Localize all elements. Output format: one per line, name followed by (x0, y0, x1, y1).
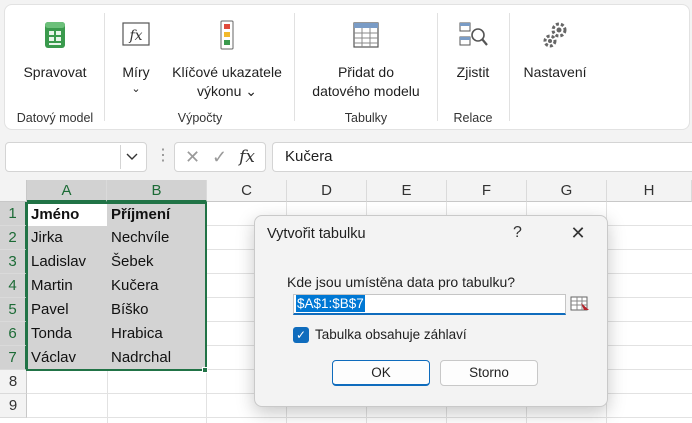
column-header[interactable]: F (447, 180, 527, 202)
kpi-icon (220, 20, 234, 50)
cell-B5[interactable]: Bíško (107, 298, 206, 322)
cell-A6[interactable]: Tonda (27, 322, 107, 346)
column-header[interactable]: B (107, 180, 207, 202)
row-header[interactable]: 2 (0, 226, 27, 250)
group-label-relationships: Relace (453, 111, 493, 125)
kpi-label-line2: výkonu ⌄ (197, 83, 257, 99)
column-header[interactable]: H (607, 180, 692, 202)
row-header[interactable]: 9 (0, 394, 27, 418)
row-header[interactable]: 7 (0, 346, 27, 370)
dialog-title: Vytvořit tabulku (267, 226, 366, 242)
group-label-data-model: Datový model (16, 111, 94, 125)
column-header[interactable]: D (287, 180, 367, 202)
group-separator (437, 13, 438, 121)
manage-label: Spravovat (23, 64, 87, 80)
manage-button[interactable]: Spravovat (15, 13, 95, 82)
row-header[interactable]: 6 (0, 322, 27, 346)
help-button[interactable]: ? (513, 224, 522, 242)
table-icon (353, 22, 379, 48)
range-prompt: Kde jsou umístěna data pro tabulku? (287, 274, 516, 290)
group-label-calculations: Výpočty (177, 111, 223, 125)
name-box-dropdown[interactable] (120, 145, 142, 169)
cell-B6[interactable]: Hrabica (107, 322, 206, 346)
measures-button[interactable]: fx Míry ⌄ (113, 13, 159, 96)
cell-A2[interactable]: Jirka (27, 226, 107, 250)
cell-B1[interactable]: Příjmení (107, 203, 206, 227)
create-table-dialog: Vytvořit tabulku ? ✕ Kde jsou umístěna d… (254, 215, 608, 407)
cell-B7[interactable]: Nadrchal (107, 346, 206, 370)
cell-A4[interactable]: Martin (27, 274, 107, 298)
cancel-icon[interactable]: ✕ (185, 147, 200, 168)
cancel-button[interactable]: Storno (440, 360, 538, 386)
range-value: $A$1:$B$7 (296, 295, 365, 312)
detect-label: Zjistit (456, 64, 490, 80)
settings-label: Nastavení (523, 64, 587, 80)
cell-A1[interactable]: Jméno (27, 203, 107, 227)
cell-A7[interactable]: Václav (27, 346, 107, 370)
gridline (27, 417, 692, 418)
cell-B2[interactable]: Nechvíle (107, 226, 206, 250)
row-header[interactable]: 8 (0, 370, 27, 394)
column-header[interactable]: E (367, 180, 447, 202)
cell-B4[interactable]: Kučera (107, 274, 206, 298)
row-header[interactable]: 3 (0, 250, 27, 274)
cell-A3[interactable]: Ladislav (27, 250, 107, 274)
collapse-dialog-icon[interactable] (569, 294, 591, 314)
gridline (206, 202, 207, 423)
group-separator (509, 13, 510, 121)
kpi-label: Klíčové ukazatele (172, 64, 282, 80)
row-header[interactable]: 1 (0, 202, 27, 226)
data-model-icon (45, 22, 65, 48)
vertical-dots-handle[interactable]: ⋮ (155, 146, 171, 166)
group-separator (294, 13, 295, 121)
group-separator (104, 13, 105, 121)
settings-button[interactable]: Nastavení (517, 13, 593, 82)
cell-B3[interactable]: Šebek (107, 250, 206, 274)
function-icon: fx (122, 22, 150, 46)
ribbon: Spravovat Datový model fx Míry ⌄ Klíčové… (4, 4, 690, 130)
detect-relationships-icon (459, 22, 488, 46)
group-label-tables: Tabulky (344, 111, 388, 125)
ok-button[interactable]: OK (332, 360, 430, 386)
detect-button[interactable]: Zjistit (445, 13, 501, 82)
add-to-data-model-label: Přidat do (337, 64, 395, 80)
range-input[interactable]: $A$1:$B$7 (293, 294, 566, 315)
chevron-down-icon (126, 153, 137, 160)
formula-input[interactable]: Kučera (272, 142, 692, 172)
insert-function-icon[interactable]: fx (239, 147, 255, 167)
enter-icon[interactable]: ✓ (212, 147, 227, 168)
add-to-data-model-button[interactable]: Přidat do datového modelu (301, 13, 431, 101)
row-header[interactable]: 5 (0, 298, 27, 322)
select-all-corner[interactable] (0, 180, 27, 202)
has-headers-label: Tabulka obsahuje záhlaví (315, 327, 467, 342)
column-header[interactable]: G (527, 180, 607, 202)
add-to-data-model-label-line2: datového modelu (312, 83, 420, 99)
cell-A5[interactable]: Pavel (27, 298, 107, 322)
svg-text:fx: fx (128, 28, 142, 44)
chevron-down-icon: ⌄ (131, 83, 141, 95)
column-header[interactable]: A (27, 180, 107, 202)
row-header[interactable]: 4 (0, 274, 27, 298)
has-headers-checkbox[interactable]: ✓ (293, 327, 309, 343)
gears-icon (543, 22, 567, 48)
name-box[interactable] (5, 142, 147, 172)
formula-buttons: ✕ ✓ fx (174, 142, 266, 172)
kpi-button[interactable]: Klíčové ukazatele výkonu ⌄ (165, 13, 289, 101)
close-icon[interactable]: ✕ (567, 222, 589, 244)
fill-handle[interactable] (202, 367, 208, 373)
column-header[interactable]: C (207, 180, 287, 202)
measures-label: Míry (122, 64, 150, 80)
